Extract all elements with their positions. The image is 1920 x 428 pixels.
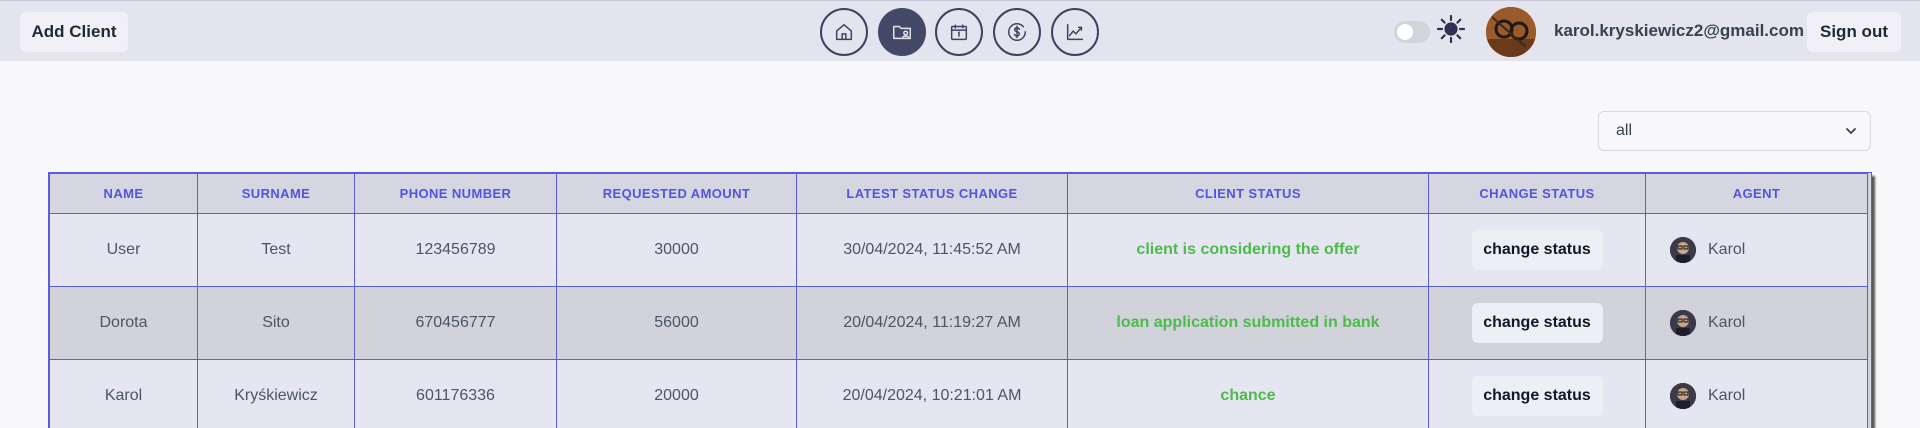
sign-out-button[interactable]: Sign out [1807,12,1901,52]
change-status-button[interactable]: change status [1471,376,1603,416]
cell-status-change: 20/04/2024, 10:21:01 AM [796,359,1068,428]
nav-finance-button[interactable] [993,8,1041,56]
clients-table-container: NAME SURNAME PHONE NUMBER REQUESTED AMOU… [48,172,1872,428]
cell-surname: Sito [197,286,355,360]
client-status-text: chance [1220,387,1276,404]
folder-user-icon [893,25,911,40]
cell-agent: Karol [1645,286,1868,360]
toggle-knob [1397,24,1413,40]
dollar-circle-icon [1008,23,1026,41]
cell-phone: 123456789 [354,213,557,287]
home-icon [835,23,853,41]
calendar-icon [950,24,968,41]
sun-icon [1436,14,1466,44]
client-status-text: loan application submitted in bank [1116,314,1380,331]
nav-clients-button[interactable] [878,8,926,56]
avatar-image [1486,7,1536,57]
cell-amount: 30000 [556,213,797,287]
column-header-name[interactable]: NAME [49,173,198,214]
column-header-phone[interactable]: PHONE NUMBER [354,173,557,214]
table-row[interactable]: Dorota Sito 670456777 56000 20/04/2024, … [49,286,1868,360]
nav-calendar-button[interactable] [935,8,983,56]
add-client-button[interactable]: Add Client [20,12,128,52]
cell-change-status: change status [1428,286,1646,360]
chart-line-icon [1066,23,1084,41]
cell-surname: Kryśkiewicz [197,359,355,428]
table-row[interactable]: Karol Kryśkiewicz 601176336 20000 20/04/… [49,359,1868,428]
cell-change-status: change status [1428,213,1646,287]
column-header-amount[interactable]: REQUESTED AMOUNT [556,173,797,214]
table-row[interactable]: User Test 123456789 30000 30/04/2024, 11… [49,213,1868,287]
cell-phone: 670456777 [354,286,557,360]
cell-status-change: 20/04/2024, 11:19:27 AM [796,286,1068,360]
cell-amount: 20000 [556,359,797,428]
agent-avatar [1670,383,1696,409]
agent-name: Karol [1708,314,1746,331]
cell-agent: Karol [1645,213,1868,287]
cell-name: Dorota [49,286,198,360]
column-header-agent[interactable]: AGENT [1645,173,1868,214]
cell-agent: Karol [1645,359,1868,428]
change-status-button[interactable]: change status [1471,303,1603,343]
top-navbar: Add Client karol.kryskiewicz2@gmail.com … [0,0,1920,61]
table-header-row: NAME SURNAME PHONE NUMBER REQUESTED AMOU… [49,173,1868,214]
cell-client-status: chance [1067,359,1429,428]
agent-name: Karol [1708,387,1746,404]
status-filter-select[interactable]: all [1598,111,1871,151]
cell-name: User [49,213,198,287]
filter-selected-value: all [1616,122,1633,139]
column-header-change-status: CHANGE STATUS [1428,173,1646,214]
column-header-client-status[interactable]: CLIENT STATUS [1067,173,1429,214]
cell-amount: 56000 [556,286,797,360]
cell-change-status: change status [1428,359,1646,428]
agent-avatar [1670,237,1696,263]
cell-phone: 601176336 [354,359,557,428]
agent-avatar [1670,310,1696,336]
nav-stats-button[interactable] [1051,8,1099,56]
theme-toggle[interactable] [1394,21,1430,43]
change-status-button[interactable]: change status [1471,230,1603,270]
user-avatar[interactable] [1486,7,1536,57]
nav-home-button[interactable] [820,8,868,56]
cell-surname: Test [197,213,355,287]
chevron-down-icon [1846,128,1856,134]
column-header-surname[interactable]: SURNAME [197,173,355,214]
cell-status-change: 30/04/2024, 11:45:52 AM [796,213,1068,287]
agent-name: Karol [1708,241,1746,258]
cell-client-status: loan application submitted in bank [1067,286,1429,360]
cell-client-status: client is considering the offer [1067,213,1429,287]
cell-name: Karol [49,359,198,428]
client-status-text: client is considering the offer [1136,241,1360,258]
clients-table: NAME SURNAME PHONE NUMBER REQUESTED AMOU… [49,173,1868,428]
column-header-status-change[interactable]: LATEST STATUS CHANGE [796,173,1068,214]
user-email: karol.kryskiewicz2@gmail.com [1554,21,1804,40]
